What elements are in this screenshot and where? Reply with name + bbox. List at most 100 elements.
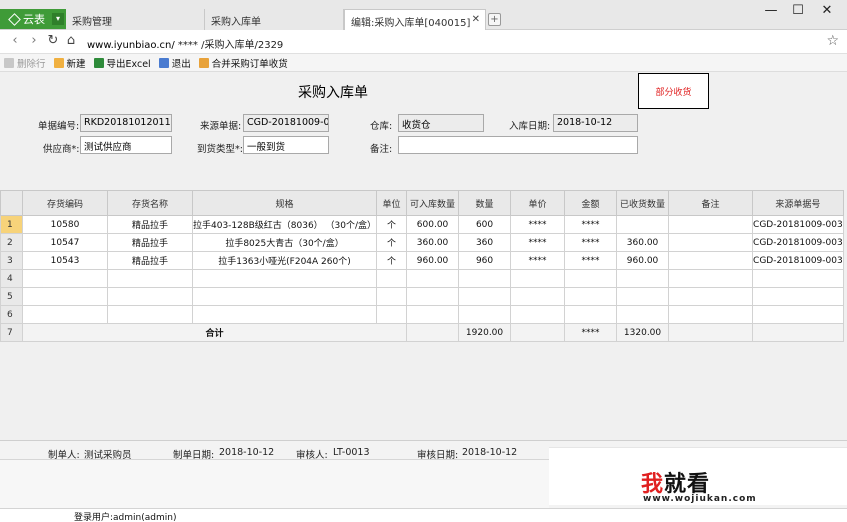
cell-code[interactable]: 10547 — [22, 233, 108, 252]
cell-avail[interactable]: 960.00 — [406, 251, 460, 270]
cell-avail[interactable] — [406, 269, 460, 288]
in-date-field[interactable]: 2018-10-12 — [553, 114, 638, 132]
cell-avail[interactable]: 360.00 — [406, 233, 460, 252]
cell-qty[interactable]: 600 — [458, 215, 512, 234]
bookmark-star-icon[interactable]: ☆ — [826, 33, 839, 49]
cell-spec[interactable] — [191, 269, 378, 288]
cell-name[interactable] — [107, 269, 193, 288]
cell-remark[interactable] — [668, 287, 754, 306]
new-button[interactable]: 新建 — [53, 56, 86, 70]
table-row[interactable]: 5 — [0, 287, 844, 306]
cell-src[interactable]: CGD-20181009-003 — [752, 215, 844, 234]
col-header[interactable]: 来源单据号 — [752, 190, 844, 216]
corner-cell[interactable] — [0, 190, 23, 216]
refresh-icon[interactable]: ↻ — [46, 34, 60, 48]
cell-unit[interactable] — [376, 287, 408, 306]
forward-icon[interactable]: › — [27, 34, 41, 48]
table-row[interactable]: 2 10547 精品拉手 拉手8025大青古（30个/盒） 个 360.00 3… — [0, 233, 844, 252]
tab-purchase-management[interactable]: 采购管理 — [66, 9, 205, 30]
cell-spec[interactable] — [191, 305, 378, 324]
chevron-down-icon[interactable]: ▾ — [52, 13, 64, 25]
cell-code[interactable]: 10580 — [22, 215, 108, 234]
cell-qty[interactable]: 960 — [458, 251, 512, 270]
cell-amount[interactable]: **** — [564, 251, 618, 270]
cell-spec[interactable] — [191, 287, 378, 306]
cell-src[interactable] — [752, 269, 844, 288]
cell-name[interactable] — [107, 287, 193, 306]
cell-qty[interactable] — [458, 305, 512, 324]
cell-avail[interactable] — [406, 287, 460, 306]
cell-name[interactable] — [107, 305, 193, 324]
table-row[interactable]: 4 — [0, 269, 844, 288]
tab-edit-receipt[interactable]: 编辑:采购入库单[040015] ✕ — [344, 9, 486, 30]
remark-field[interactable] — [398, 136, 638, 154]
row-number[interactable]: 2 — [0, 233, 23, 252]
cell-price[interactable]: **** — [510, 233, 566, 252]
cell-price[interactable] — [510, 287, 566, 306]
cell-qty[interactable] — [458, 269, 512, 288]
close-window-button[interactable]: ✕ — [814, 3, 840, 21]
cell-received[interactable] — [616, 305, 670, 324]
cell-received[interactable] — [616, 215, 670, 234]
cell-received[interactable]: 360.00 — [616, 233, 670, 252]
cell-code[interactable] — [22, 305, 108, 324]
warehouse-field[interactable]: 收货仓 — [398, 114, 484, 132]
cell-remark[interactable] — [668, 305, 754, 324]
cell-qty[interactable]: 360 — [458, 233, 512, 252]
cell-remark[interactable] — [668, 251, 754, 270]
col-header[interactable]: 规格 — [191, 190, 378, 216]
cell-unit[interactable] — [376, 305, 408, 324]
cell-price[interactable]: **** — [510, 251, 566, 270]
close-tab-icon[interactable]: ✕ — [472, 14, 480, 25]
cell-amount[interactable] — [564, 287, 618, 306]
doc-no-field[interactable]: RKD20181012011 — [80, 114, 172, 132]
cell-qty[interactable] — [458, 287, 512, 306]
cell-src[interactable]: CGD-20181009-003 — [752, 251, 844, 270]
cell-code[interactable]: 10543 — [22, 251, 108, 270]
col-header[interactable]: 存货名称 — [107, 190, 193, 216]
cell-price[interactable] — [510, 269, 566, 288]
export-excel-button[interactable]: 导出Excel — [93, 56, 151, 70]
row-number[interactable]: 7 — [0, 323, 23, 342]
home-icon[interactable]: ⌂ — [64, 34, 78, 48]
cell-received[interactable] — [616, 287, 670, 306]
minimize-button[interactable]: — — [758, 3, 784, 21]
cell-amount[interactable] — [564, 269, 618, 288]
cell-price[interactable]: **** — [510, 215, 566, 234]
table-row[interactable]: 3 10543 精品拉手 拉手1363小哑光(F204A 260个) 个 960… — [0, 251, 844, 270]
cell-amount[interactable]: **** — [564, 233, 618, 252]
cell-code[interactable] — [22, 269, 108, 288]
cell-unit[interactable]: 个 — [376, 215, 408, 234]
cell-code[interactable] — [22, 287, 108, 306]
tab-purchase-receipt[interactable]: 采购入库单 — [205, 9, 344, 30]
col-header[interactable]: 备注 — [668, 190, 754, 216]
merge-receive-button[interactable]: 合并采购订单收货 — [198, 56, 288, 70]
cell-unit[interactable]: 个 — [376, 251, 408, 270]
cell-name[interactable]: 精品拉手 — [107, 215, 193, 234]
col-header[interactable]: 单价 — [510, 190, 566, 216]
cell-unit[interactable]: 个 — [376, 233, 408, 252]
cell-avail[interactable]: 600.00 — [406, 215, 460, 234]
cell-amount[interactable] — [564, 305, 618, 324]
cell-name[interactable]: 精品拉手 — [107, 251, 193, 270]
row-number[interactable]: 1 — [0, 215, 23, 234]
cell-received[interactable]: 960.00 — [616, 251, 670, 270]
col-header[interactable]: 存货编码 — [22, 190, 108, 216]
cell-src[interactable]: CGD-20181009-003 — [752, 233, 844, 252]
delete-row-button[interactable]: 删除行 — [4, 56, 46, 70]
row-number[interactable]: 4 — [0, 269, 23, 288]
cell-received[interactable] — [616, 269, 670, 288]
col-header[interactable]: 可入库数量 — [406, 190, 460, 216]
table-row[interactable]: 6 — [0, 305, 844, 324]
row-number[interactable]: 5 — [0, 287, 23, 306]
cell-spec[interactable]: 拉手1363小哑光(F204A 260个) — [191, 251, 378, 270]
cell-name[interactable]: 精品拉手 — [107, 233, 193, 252]
back-icon[interactable]: ‹ — [8, 34, 22, 48]
arrival-type-field[interactable]: 一般到货 — [243, 136, 329, 154]
cell-spec[interactable]: 拉手403-128B级红古（8036） （30个/盒） — [191, 215, 378, 234]
cell-src[interactable] — [752, 287, 844, 306]
cell-remark[interactable] — [668, 233, 754, 252]
table-row[interactable]: 1 10580 精品拉手 拉手403-128B级红古（8036） （30个/盒）… — [0, 215, 844, 234]
row-number[interactable]: 6 — [0, 305, 23, 324]
cell-spec[interactable]: 拉手8025大青古（30个/盒） — [191, 233, 378, 252]
